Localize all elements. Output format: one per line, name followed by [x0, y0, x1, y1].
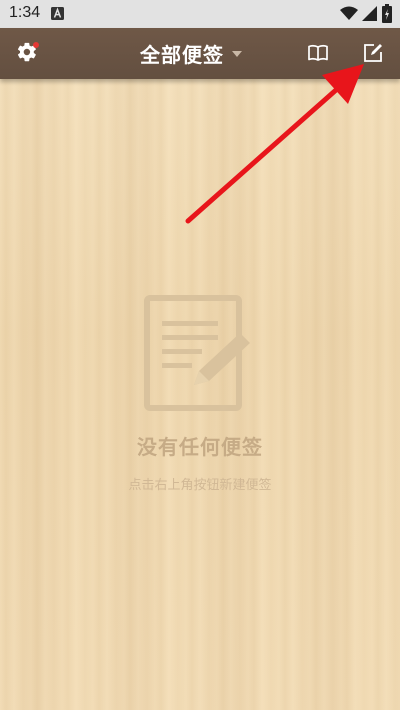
new-note-button[interactable]: [351, 28, 395, 79]
notification-dot: [33, 42, 39, 48]
notification-a-icon: [51, 7, 64, 20]
notebook-button[interactable]: [296, 28, 340, 79]
book-icon: [308, 44, 328, 61]
battery-charging-icon: [382, 4, 392, 23]
settings-button[interactable]: [6, 28, 50, 79]
status-bar: 1:34: [0, 0, 400, 28]
empty-state: 没有任何便签 点击右上角按钮新建便签: [0, 295, 400, 493]
empty-note-icon: [144, 295, 250, 411]
notes-list-area: 没有任何便签 点击右上角按钮新建便签: [0, 79, 400, 710]
empty-hint: 点击右上角按钮新建便签: [128, 478, 272, 493]
empty-title: 没有任何便签: [137, 435, 263, 459]
edit-note-icon: [364, 44, 382, 62]
notebook-selector[interactable]: 全部便签: [140, 28, 265, 79]
wifi-icon: [340, 6, 358, 20]
toolbar: 全部便签: [0, 28, 400, 79]
caret-down-icon: [232, 50, 242, 57]
signal-icon: [362, 6, 377, 21]
page-title: 全部便签: [140, 43, 224, 67]
status-time: 1:34: [9, 4, 41, 21]
